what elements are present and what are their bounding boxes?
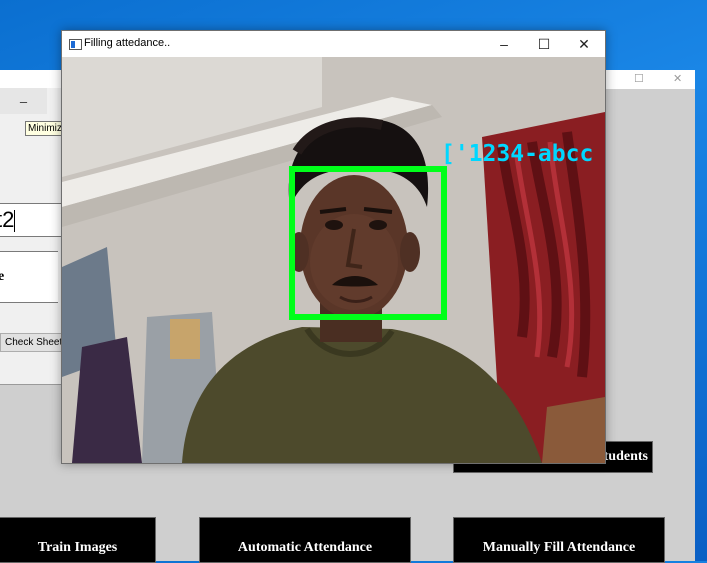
dialog-minimize-button[interactable]: –: [0, 88, 47, 114]
camera-window: Filling attedance.. – ☐ ✕ ['1234-abcc: [61, 30, 606, 464]
recognition-label: ['1234-abcc: [441, 141, 594, 167]
manual-attendance-button[interactable]: Manually Fill Attendance: [453, 517, 665, 563]
camera-minimize-button[interactable]: –: [484, 31, 524, 57]
automatic-attendance-label: Automatic Attendance: [237, 540, 373, 555]
enrollment-input[interactable]: t2: [0, 203, 63, 237]
camera-close-button[interactable]: ✕: [564, 31, 604, 57]
minimize-icon: –: [19, 93, 28, 109]
camera-maximize-button[interactable]: ☐: [524, 31, 564, 57]
train-images-label: Train Images: [37, 540, 118, 555]
notification-area: e: [0, 251, 58, 303]
train-images-button[interactable]: Train Images: [0, 517, 156, 563]
minimize-icon: –: [500, 36, 508, 52]
enrollment-input-value: t2: [0, 207, 15, 232]
window-app-icon: [69, 39, 82, 50]
close-icon: ✕: [578, 35, 590, 52]
text-caret: [14, 210, 16, 233]
camera-window-title: Filling attedance..: [84, 37, 171, 49]
maximize-icon: ☐: [537, 35, 551, 52]
camera-titlebar[interactable]: Filling attedance.. – ☐ ✕: [62, 31, 605, 57]
maximize-button[interactable]: ☐: [634, 72, 644, 85]
check-sheets-label: Check Sheets: [5, 337, 64, 348]
camera-frame-image: [62, 57, 605, 463]
close-button[interactable]: ✕: [673, 72, 682, 85]
manual-attendance-label: Manually Fill Attendance: [482, 540, 636, 555]
check-sheets-button[interactable]: Check Sheets: [0, 333, 64, 352]
automatic-attendance-button[interactable]: Automatic Attendance: [199, 517, 411, 563]
notification-text: e: [0, 269, 4, 284]
camera-feed: ['1234-abcc: [62, 57, 605, 463]
